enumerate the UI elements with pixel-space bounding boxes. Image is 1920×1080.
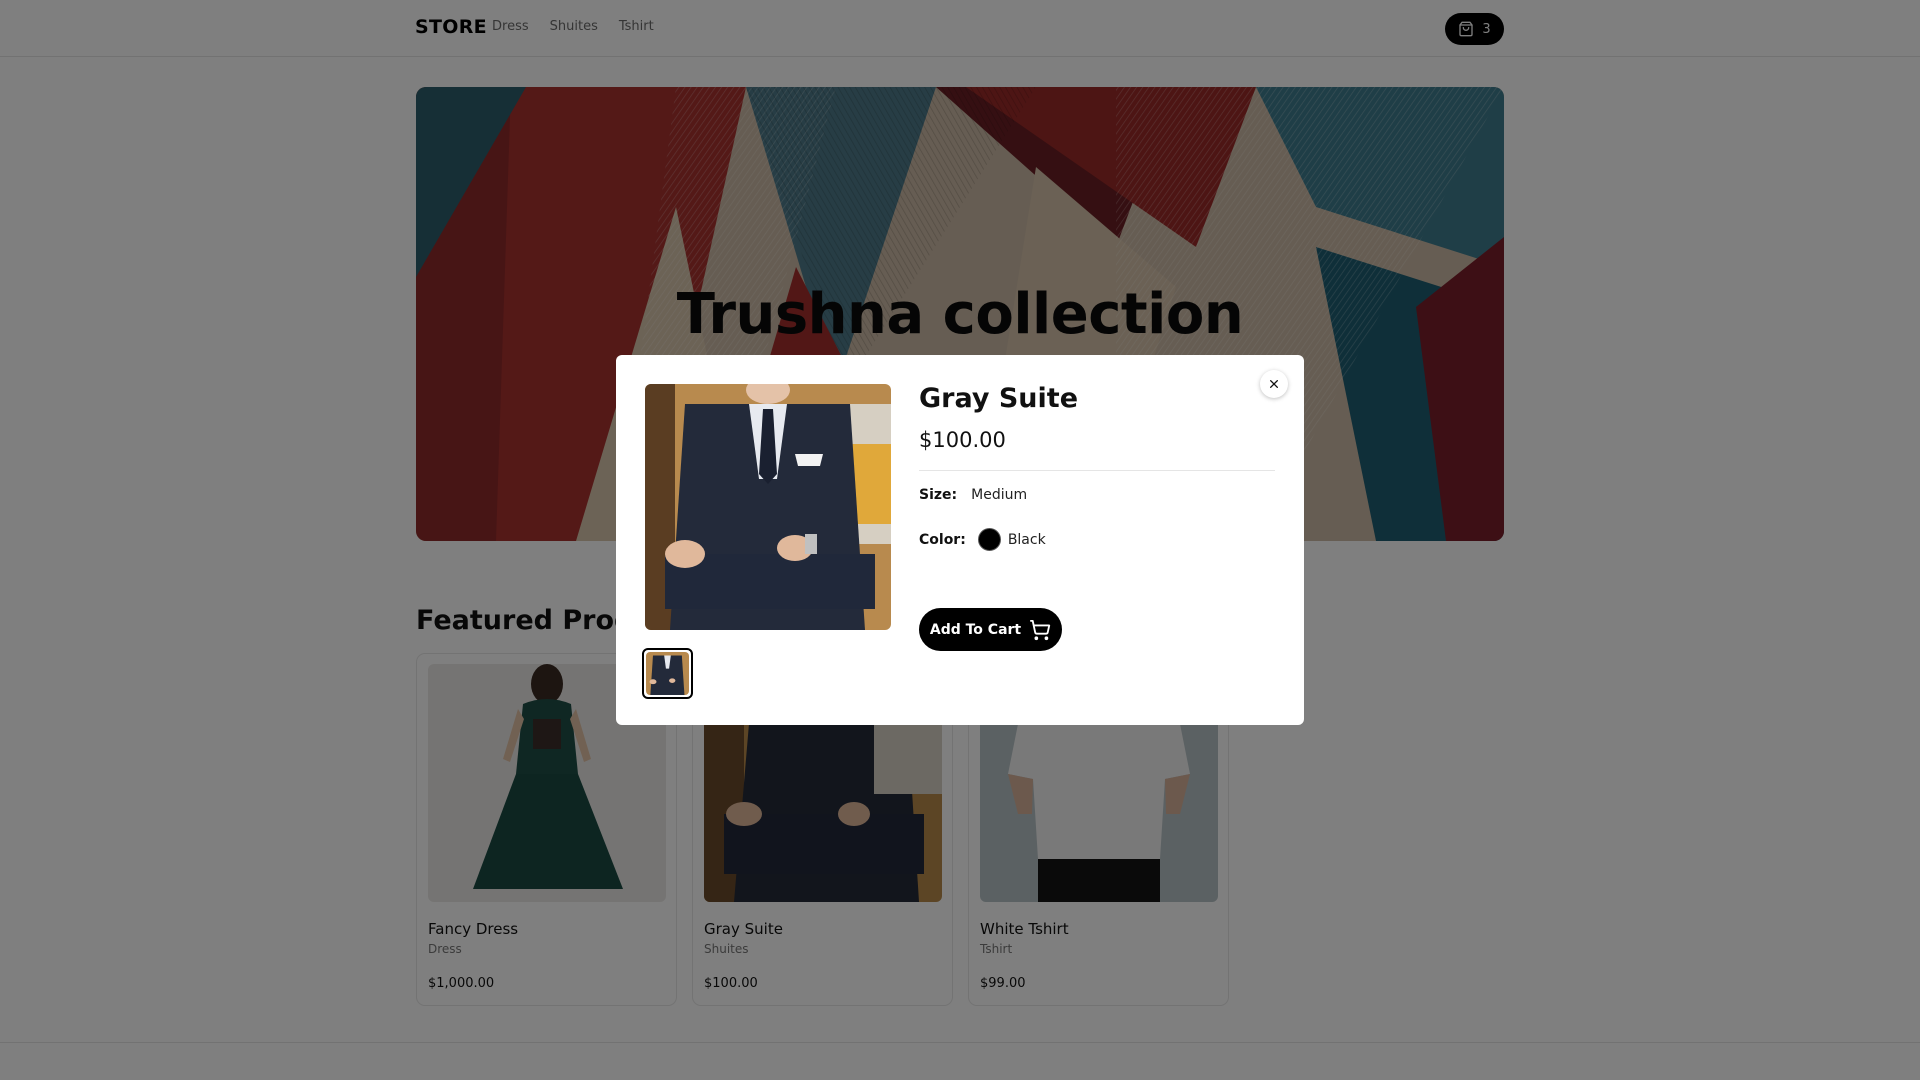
- cart-icon: [1030, 619, 1051, 640]
- add-to-cart-label: Add To Cart: [929, 621, 1022, 638]
- product-price: $100.00: [919, 428, 1006, 452]
- add-to-cart-button[interactable]: Add To Cart: [919, 608, 1062, 651]
- close-modal-button[interactable]: [1260, 370, 1288, 398]
- product-thumbnail[interactable]: [642, 648, 693, 699]
- size-value: Medium: [971, 487, 1028, 503]
- color-row: Color: Black: [919, 528, 1046, 551]
- close-icon: [1270, 380, 1278, 388]
- color-swatch: [977, 528, 1001, 551]
- color-value: Black: [1007, 531, 1046, 548]
- size-row: Size: Medium: [919, 487, 1027, 503]
- product-main-image: [645, 384, 891, 630]
- details-divider: [919, 470, 1275, 471]
- size-label: Size:: [919, 487, 958, 503]
- color-label: Color:: [919, 531, 966, 548]
- product-title: Gray Suite: [919, 383, 1079, 414]
- product-preview-modal: Gray Suite $100.00 Size: Medium Color: B…: [616, 355, 1304, 725]
